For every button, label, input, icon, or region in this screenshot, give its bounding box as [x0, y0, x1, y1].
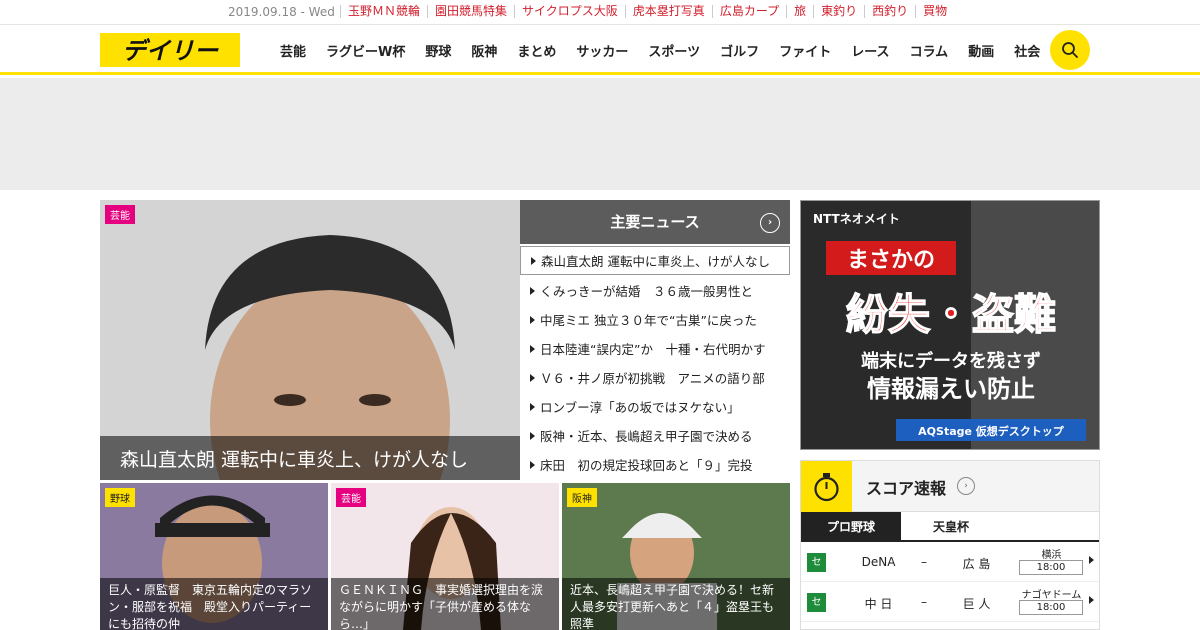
ad-line3: 端末にデータを残さず: [861, 350, 1041, 372]
search-icon: [1062, 42, 1078, 58]
main-nav: 芸能 ラグビーW杯 野球 阪神 まとめ サッカー スポーツ ゴルフ ファイト レ…: [270, 25, 1050, 75]
article-card[interactable]: 芸能 ＧＥＮＫＩＮＧ 事実婚選択理由を涙ながらに明かす「子供が産める体なら…」: [331, 483, 559, 630]
hero-article[interactable]: 芸能 森山直太朗 運転中に車炎上、けが人なし: [100, 200, 520, 480]
main-news-title: 主要ニュース: [610, 213, 700, 231]
ad-line1: まさかの: [847, 248, 935, 273]
game-row[interactable]: セ 中 日 – 巨 人 ナゴヤドーム 18:00: [801, 582, 1099, 622]
home-team: DeNA: [861, 555, 896, 569]
card-category-tag: 阪神: [567, 488, 597, 507]
away-team: 巨 人: [962, 597, 991, 611]
home-team: 中 日: [864, 597, 893, 611]
tab-pro-baseball[interactable]: プロ野球: [801, 512, 901, 540]
card-caption: 近本、長嶋超え甲子園で決める！セ新人最多安打更新へあと「４」盗塁王も照準: [562, 578, 790, 630]
logo-text: デイリー: [122, 37, 219, 65]
venue: ナゴヤドーム: [1021, 590, 1082, 601]
top-links: 玉野ＭＮ競輪 園田競馬特集 サイクロプス大阪 虎本塁打写真 広島カープ 旅 東釣…: [340, 5, 954, 18]
ad-line4: 情報漏えい防止: [867, 375, 1035, 403]
arrow-right-icon[interactable]: [1089, 596, 1094, 604]
ad-footer: AQStage 仮想デスクトップ: [918, 424, 1065, 438]
score-title: スコア速報: [866, 479, 947, 498]
daily-logo[interactable]: デイリー: [100, 33, 240, 67]
nav-item[interactable]: スポーツ: [638, 41, 710, 60]
main-news-list: 森山直太朗 運転中に車炎上、けが人なし くみっきーが結婚 ３６歳一般男性と 中尾…: [520, 246, 790, 480]
hero-category-tag: 芸能: [105, 205, 135, 224]
nav-item[interactable]: ファイト: [769, 41, 841, 60]
top-link[interactable]: 西釣り: [864, 5, 915, 18]
article-card[interactable]: 阪神 近本、長嶋超え甲子園で決める！セ新人最多安打更新へあと「４」盗塁王も照準: [562, 483, 790, 630]
top-link[interactable]: 東釣り: [813, 5, 864, 18]
news-item[interactable]: 床田 初の規定投球回あと「９」完投: [520, 451, 790, 480]
main-news-panel: 主要ニュース › 森山直太朗 運転中に車炎上、けが人なし くみっきーが結婚 ３６…: [520, 200, 790, 480]
nav-item[interactable]: 芸能: [270, 41, 316, 60]
ad-brand: NTTネオメイト: [813, 212, 900, 226]
nav-item[interactable]: サッカー: [566, 41, 638, 60]
article-card[interactable]: 野球 巨人・原監督 東京五輪内定のマラソン・服部を祝福 殿堂入りパーティーにも招…: [100, 483, 328, 630]
top-link[interactable]: 旅: [786, 5, 813, 18]
card-category-tag: 野球: [105, 488, 135, 507]
game-row[interactable]: セ DeNA – 広 島 横浜 18:00: [801, 542, 1099, 582]
score-tabs: プロ野球 天皇杯: [801, 512, 1099, 542]
ad-graphic: NTTネオメイト まさかの 紛失・盗難 端末にデータを残さず 情報漏えい防止 A…: [801, 201, 1099, 449]
nav-item[interactable]: ゴルフ: [710, 41, 769, 60]
chevron-right-icon[interactable]: ›: [760, 213, 780, 233]
news-item[interactable]: 森山直太朗 運転中に車炎上、けが人なし: [520, 246, 790, 275]
search-button[interactable]: [1050, 30, 1090, 70]
arrow-right-icon[interactable]: [1089, 556, 1094, 564]
nav-item[interactable]: ラグビーW杯: [316, 41, 415, 60]
nav-item[interactable]: レース: [841, 41, 899, 60]
top-link[interactable]: 園田競馬特集: [427, 5, 514, 18]
top-link[interactable]: 虎本塁打写真: [624, 5, 712, 18]
score-dash: –: [921, 595, 927, 609]
start-time: 18:00: [1019, 600, 1083, 615]
ad-banner-area: [0, 78, 1200, 190]
nav-item[interactable]: 野球: [415, 41, 461, 60]
news-item[interactable]: くみっきーが結婚 ３６歳一般男性と: [520, 277, 790, 306]
hero-caption: 森山直太朗 運転中に車炎上、けが人なし: [100, 436, 520, 480]
card-caption: 巨人・原監督 東京五輪内定のマラソン・服部を祝福 殿堂入りパーティーにも招待の仲: [100, 578, 328, 630]
sidebar-advertisement[interactable]: NTTネオメイト まさかの 紛失・盗難 端末にデータを残さず 情報漏えい防止 A…: [800, 200, 1100, 450]
top-link[interactable]: サイクロプス大阪: [514, 5, 625, 18]
ad-line2: 紛失・盗難: [846, 290, 1056, 339]
card-caption: ＧＥＮＫＩＮＧ 事実婚選択理由を涙ながらに明かす「子供が産める体なら…」: [331, 578, 559, 630]
nav-item[interactable]: まとめ: [507, 41, 566, 60]
top-link[interactable]: 買物: [915, 5, 954, 18]
tab-emperors-cup[interactable]: 天皇杯: [901, 512, 1001, 540]
top-bar: 2019.09.18 - Wed 玉野ＭＮ競輪 園田競馬特集 サイクロプス大阪 …: [0, 0, 1200, 25]
news-item[interactable]: 日本陸連“誤内定”か 十種・右代明かす: [520, 335, 790, 364]
news-item[interactable]: ロンブー淳「あの坂ではヌケない」: [520, 393, 790, 422]
nav-item[interactable]: 社会: [1004, 41, 1050, 60]
score-dash: –: [921, 555, 927, 569]
nav-item[interactable]: 動画: [958, 41, 1004, 60]
card-category-tag: 芸能: [336, 488, 366, 507]
league-badge: セ: [807, 593, 826, 612]
stopwatch-icon: [801, 461, 852, 512]
league-badge: セ: [807, 553, 826, 572]
nav-item[interactable]: 阪神: [461, 41, 507, 60]
score-header[interactable]: スコア速報 ›: [801, 461, 1099, 512]
top-link[interactable]: 広島カープ: [711, 5, 786, 18]
site-header: デイリー 芸能 ラグビーW杯 野球 阪神 まとめ サッカー スポーツ ゴルフ フ…: [0, 25, 1200, 75]
top-link[interactable]: 玉野ＭＮ競輪: [340, 5, 427, 18]
away-team: 広 島: [962, 557, 991, 571]
news-item[interactable]: 中尾ミエ 独立３０年で“古巣”に戻った: [520, 306, 790, 335]
main-news-header[interactable]: 主要ニュース ›: [520, 200, 790, 244]
venue: 横浜: [1041, 550, 1062, 561]
nav-item[interactable]: コラム: [900, 41, 959, 60]
start-time: 18:00: [1019, 560, 1083, 575]
date-label: 2019.09.18 - Wed: [228, 5, 335, 19]
score-widget: スコア速報 › プロ野球 天皇杯 セ DeNA – 広 島 横浜 18:00 セ…: [800, 460, 1100, 630]
news-item[interactable]: Ｖ６・井ノ原が初挑戦 アニメの語り部: [520, 364, 790, 393]
chevron-right-icon[interactable]: ›: [957, 477, 975, 495]
news-item[interactable]: 阪神・近本、長嶋超え甲子園で決める: [520, 422, 790, 451]
